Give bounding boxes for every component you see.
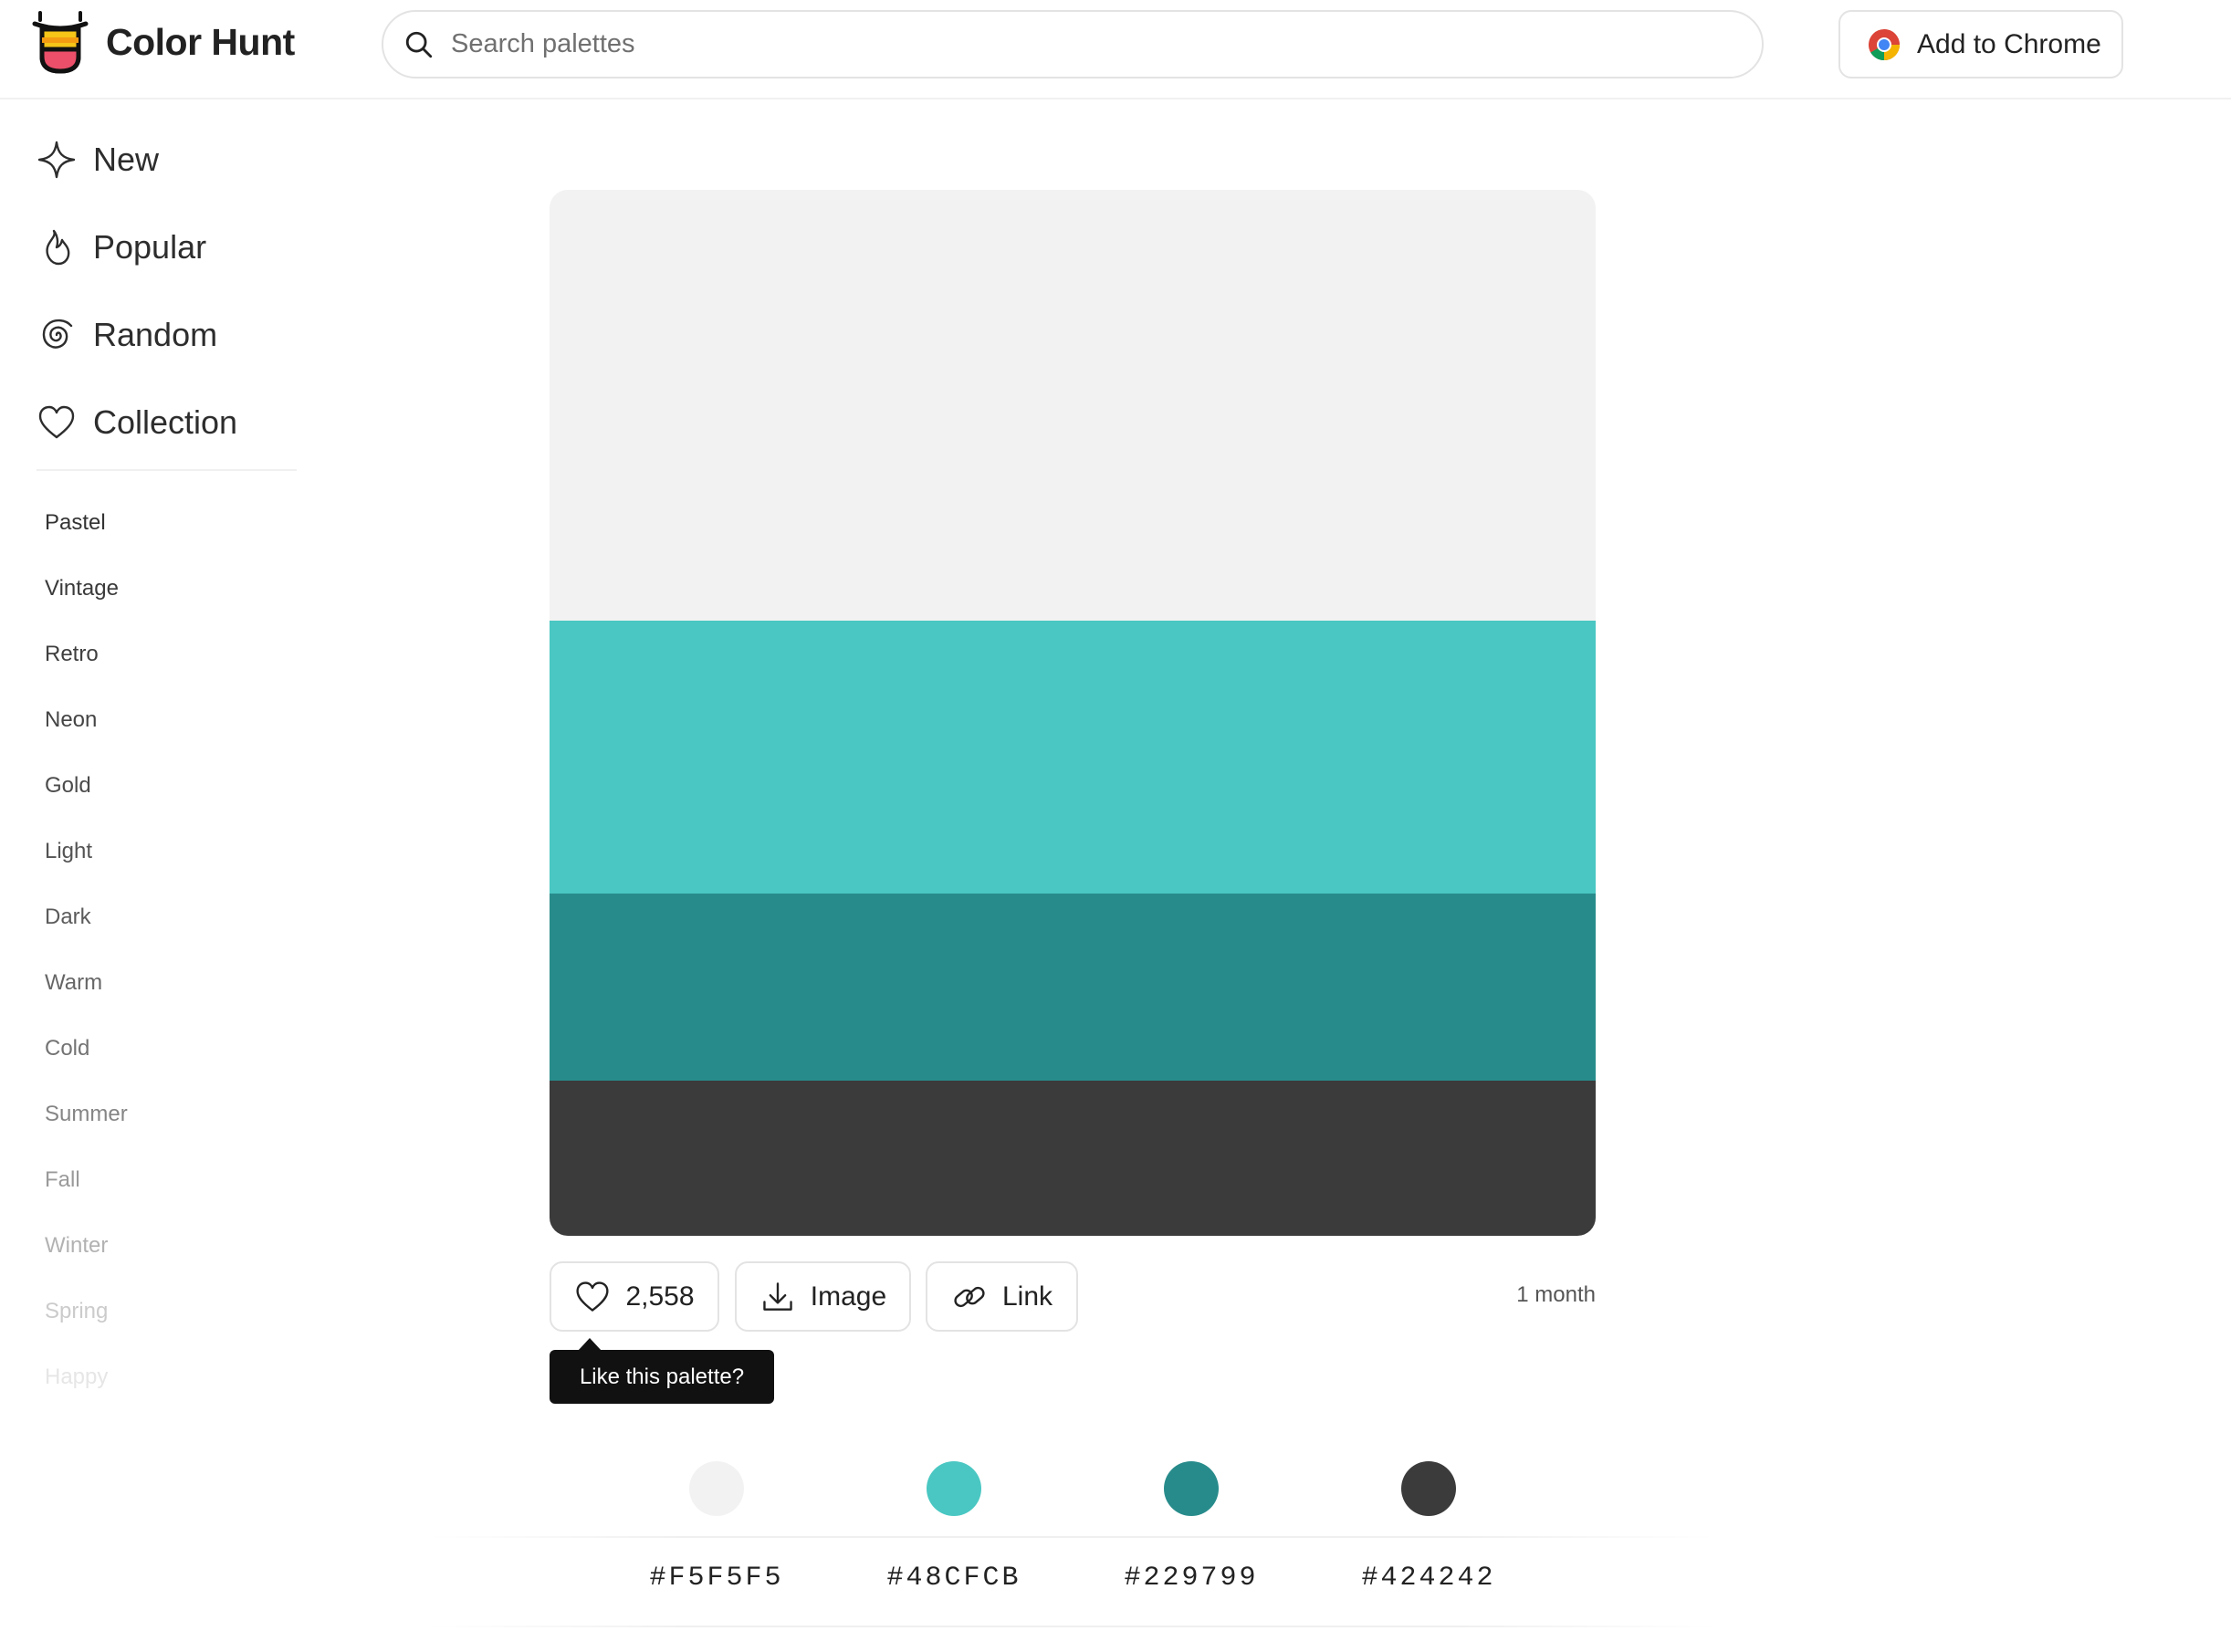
link-icon [954, 1286, 985, 1307]
hex-code-1[interactable]: #F5F5F5 [625, 1563, 808, 1594]
hex-code-4[interactable]: #424242 [1337, 1563, 1520, 1594]
tag-warm[interactable]: Warm [45, 970, 102, 996]
tag-happy[interactable]: Happy [45, 1364, 108, 1390]
palette-band-2[interactable] [550, 621, 1596, 894]
spiral-icon [42, 319, 73, 349]
tag-summer[interactable]: Summer [45, 1102, 128, 1127]
palette-band-4[interactable] [550, 1081, 1596, 1236]
color-hunt-logo-icon [32, 11, 89, 74]
search-bar[interactable] [382, 10, 1764, 78]
palette-band-3[interactable] [550, 894, 1596, 1081]
sparkle-icon [37, 141, 76, 179]
nav-label-popular: Popular [93, 228, 207, 266]
nav-label-random: Random [93, 316, 218, 353]
link-label: Link [1001, 1281, 1053, 1312]
search-input[interactable] [451, 29, 1638, 59]
tag-vintage[interactable]: Vintage [45, 576, 119, 601]
copy-link-button[interactable]: Link [926, 1261, 1078, 1332]
swatch-dot-3[interactable] [1164, 1461, 1219, 1516]
logo[interactable]: Color Hunt [29, 9, 295, 75]
download-icon [763, 1281, 792, 1311]
bottom-divider [429, 1626, 1716, 1627]
nav-item-collection[interactable]: Collection [37, 395, 237, 450]
like-count: 2,558 [625, 1281, 695, 1312]
tooltip-text: Like this palette? [579, 1364, 745, 1389]
nav-label-collection: Collection [93, 403, 238, 441]
tag-neon[interactable]: Neon [45, 707, 97, 733]
swatch-divider [429, 1536, 1716, 1538]
tag-pastel[interactable]: Pastel [45, 510, 106, 536]
download-image-button[interactable]: Image [735, 1261, 911, 1332]
add-to-chrome-button[interactable]: Add to Chrome [1838, 10, 2123, 78]
like-button[interactable]: 2,558 [550, 1261, 719, 1332]
tag-dark[interactable]: Dark [45, 904, 91, 930]
tag-gold[interactable]: Gold [45, 773, 91, 799]
tag-light[interactable]: Light [45, 839, 92, 864]
swatch-dot-2[interactable] [927, 1461, 981, 1516]
app-name: Color Hunt [106, 20, 295, 63]
like-tooltip: Like this palette? [550, 1350, 774, 1404]
tag-winter[interactable]: Winter [45, 1233, 108, 1259]
palette-age: 1 month [1516, 1282, 1596, 1307]
image-label: Image [810, 1281, 887, 1312]
sidebar-divider [37, 469, 297, 471]
chrome-icon [1869, 28, 1900, 60]
nav-item-new[interactable]: New [37, 132, 159, 187]
sidebar: New Popular Random Collection Pastel Vint… [0, 99, 310, 1389]
flame-icon [46, 229, 70, 266]
add-to-chrome-label: Add to Chrome [1917, 28, 2101, 59]
tag-cold[interactable]: Cold [45, 1036, 89, 1061]
nav-item-random[interactable]: Random [37, 308, 217, 362]
tag-spring[interactable]: Spring [45, 1299, 108, 1324]
tag-retro[interactable]: Retro [45, 642, 99, 667]
nav-label-new: New [93, 141, 160, 178]
top-bar: Color Hunt Add to Chrome [0, 0, 2231, 99]
nav-item-popular[interactable]: Popular [37, 220, 206, 275]
swatch-dot-1[interactable] [689, 1461, 744, 1516]
tooltip-arrow [578, 1338, 602, 1351]
tag-fall[interactable]: Fall [45, 1167, 80, 1193]
palette-preview[interactable] [550, 190, 1596, 1236]
hex-code-3[interactable]: #229799 [1100, 1563, 1283, 1594]
hex-code-2[interactable]: #48CFCB [863, 1563, 1045, 1594]
search-icon [405, 31, 433, 58]
palette-band-1[interactable] [550, 190, 1596, 621]
heart-icon [576, 1281, 609, 1312]
swatch-dot-4[interactable] [1401, 1461, 1456, 1516]
heart-icon [38, 405, 75, 439]
